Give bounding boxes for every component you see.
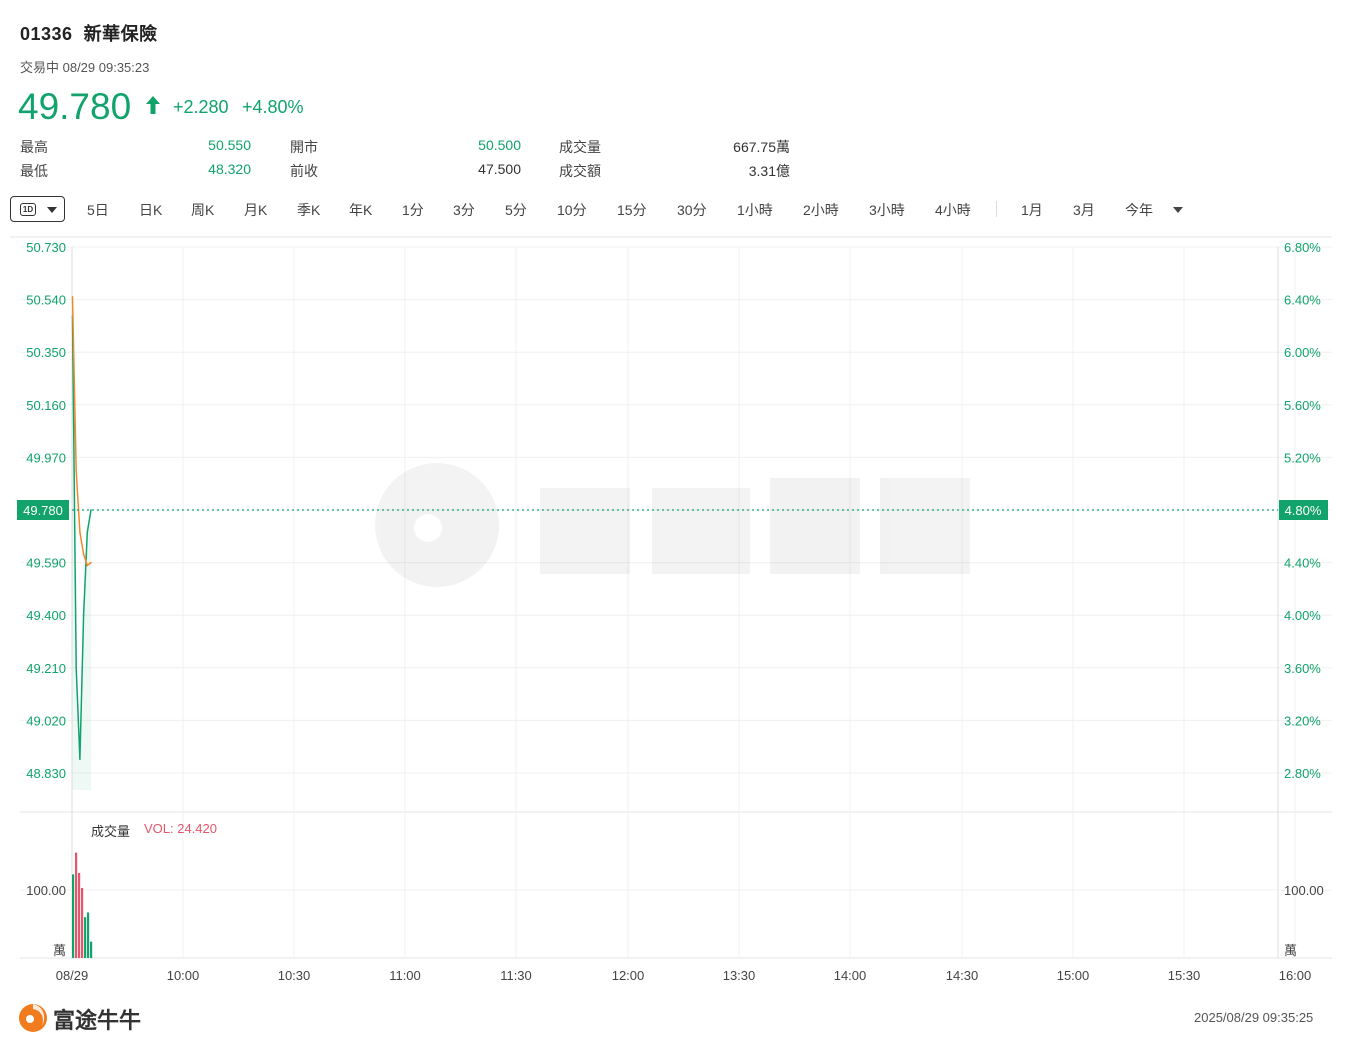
pct-tick-label: 2.80% (1284, 766, 1321, 781)
y-tick-label: 49.210 (26, 661, 66, 676)
y-tick-label: 49.970 (26, 450, 66, 465)
watermark-glyph-2 (652, 488, 750, 574)
pct-tick-label: 5.60% (1284, 398, 1321, 413)
pct-tick-label: 4.00% (1284, 608, 1321, 623)
brand-name: 富途牛牛 (53, 1008, 142, 1033)
current-price-tag-label: 49.780 (23, 503, 63, 518)
current-pct-tag-label: 4.80% (1285, 503, 1322, 518)
pct-tick-label: 6.40% (1284, 293, 1321, 308)
volume-bar (87, 912, 90, 958)
chart-grid (20, 246, 1332, 958)
x-tick-label: 14:30 (946, 968, 979, 983)
volume-bar (90, 941, 93, 958)
volume-unit-right: 萬 (1284, 943, 1297, 958)
watermark-glyph-1 (540, 488, 630, 574)
watermark-dot (414, 514, 442, 542)
average-point (71, 296, 74, 298)
volume-tick-left: 100.00 (26, 883, 66, 898)
average-point (75, 470, 77, 473)
price-point (86, 531, 89, 533)
volume-bar (72, 874, 75, 958)
volume-unit-left: 萬 (53, 943, 66, 958)
volume-layer: 100.00 萬 100.00 萬 (20, 852, 1332, 959)
x-tick-label: 16:00 (1279, 968, 1312, 983)
x-tick-label: 13:30 (723, 968, 756, 983)
price-point (79, 758, 81, 760)
volume-bar (75, 852, 78, 958)
intraday-chart: 50.730 50.540 50.350 50.160 49.970 49.590 49.4… (10, 236, 1332, 983)
price-point (82, 614, 85, 616)
average-point (79, 531, 81, 533)
pct-tick-label: 6.80% (1284, 240, 1321, 255)
volume-bar (81, 887, 84, 958)
x-tick-label: 15:00 (1057, 968, 1090, 983)
snapshot-timestamp: 2025/08/29 09:35:25 (1194, 1010, 1314, 1025)
pct-tick-label: 4.40% (1284, 556, 1321, 571)
futu-logo-icon (19, 1004, 47, 1032)
pct-tick-label: 3.60% (1284, 661, 1321, 676)
volume-bar (78, 873, 81, 958)
volume-panel-value: VOL: 24.420 (144, 821, 217, 836)
average-point (82, 553, 85, 556)
watermark-glyph-3 (770, 478, 860, 574)
volume-bar (84, 917, 87, 958)
y-tick-label: 49.590 (26, 556, 66, 571)
watermark-glyph-4 (880, 478, 970, 574)
x-tick-label: 11:30 (500, 968, 532, 983)
y-tick-label: 49.400 (26, 608, 66, 623)
y-tick-label: 50.160 (26, 398, 66, 413)
average-point (90, 561, 92, 564)
volume-tick-right: 100.00 (1284, 883, 1324, 898)
y-tick-label: 50.730 (26, 240, 66, 255)
price-point (90, 509, 92, 511)
x-tick-label: 10:00 (167, 968, 200, 983)
x-axis: 08/29 10:00 10:30 11:00 11:30 12:00 13:30 14:00… (56, 968, 1312, 983)
series-layer (71, 296, 92, 790)
average-point (86, 564, 89, 567)
volume-panel-title: 成交量 (91, 824, 131, 839)
x-tick-label: 11:00 (389, 968, 421, 983)
x-tick-label: 10:30 (278, 968, 311, 983)
x-tick-label: 15:30 (1168, 968, 1201, 983)
y-tick-label: 50.540 (26, 293, 66, 308)
pct-tick-label: 5.20% (1284, 450, 1321, 465)
y-tick-label: 49.020 (26, 713, 66, 728)
x-tick-label: 12:00 (612, 968, 645, 983)
x-tick-label: 08/29 (56, 968, 89, 983)
y-tick-label: 50.350 (26, 345, 66, 360)
pct-tick-label: 6.00% (1284, 345, 1321, 360)
price-point (75, 667, 77, 669)
x-tick-label: 14:00 (834, 968, 867, 983)
y-tick-label: 48.830 (26, 766, 66, 781)
watermark-logo (375, 463, 970, 587)
pct-tick-label: 3.20% (1284, 713, 1321, 728)
